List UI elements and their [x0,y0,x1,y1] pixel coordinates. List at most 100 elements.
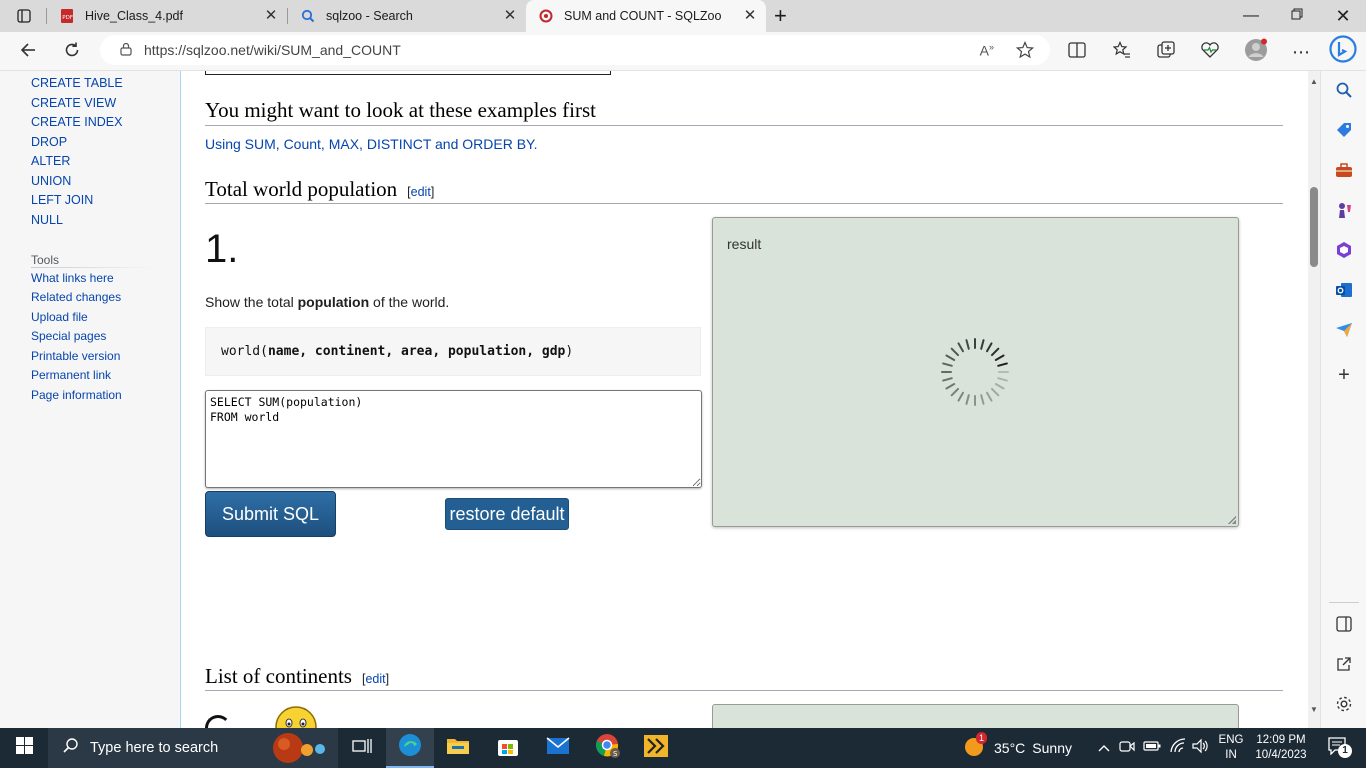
tool-link-permanent-link[interactable]: Permanent link [31,368,111,382]
taskbar-file-explorer[interactable] [434,728,482,768]
edge-sidebar: + [1320,71,1366,728]
tool-link-upload-file[interactable]: Upload file [31,310,88,324]
tab-sqlzoo-search[interactable]: sqlzoo - Search ✕ [288,0,526,32]
bing-chat-button[interactable] [1328,34,1358,66]
page-scrollbar[interactable]: ▲ ▼ [1308,71,1320,728]
new-tab-button[interactable]: + [768,0,798,32]
tab-actions-button[interactable] [6,0,42,32]
show-hidden-icons-button[interactable] [1094,728,1114,768]
heading-rule [205,690,1283,691]
spinner-tick [980,394,985,405]
sidebar-add-button[interactable]: + [1333,364,1355,386]
chevron-up-icon [1098,739,1110,757]
lang-line-1: ENG [1218,734,1244,746]
close-tab-icon[interactable]: ✕ [502,8,518,24]
edit-link[interactable]: edit [365,672,385,686]
nav-link-union[interactable]: UNION [31,174,71,188]
sql-editor[interactable] [205,390,702,488]
tool-link-related-changes[interactable]: Related changes [31,290,121,304]
nav-link-create-view[interactable]: CREATE VIEW [31,96,116,110]
result-panel: result [712,217,1239,527]
notification-center-button[interactable]: 1 [1318,728,1358,768]
taskbar-app[interactable] [632,728,680,768]
scroll-up-icon[interactable]: ▲ [1310,77,1318,86]
nav-link-create-index[interactable]: CREATE INDEX [31,115,122,129]
restore-default-button[interactable]: restore default [445,498,569,530]
heading-rule [205,125,1283,126]
sidebar-shopping-button[interactable] [1333,121,1355,143]
store-icon [497,735,519,762]
favorites-button[interactable] [1108,38,1136,66]
tab-bar: PDF Hive_Class_4.pdf ✕ sqlzoo - Search ✕… [0,0,1366,32]
panel-icon [1336,615,1352,637]
taskbar-mail[interactable] [534,728,582,768]
profile-button[interactable] [1242,38,1270,66]
examples-link[interactable]: Using SUM, Count, MAX, DISTINCT and ORDE… [205,136,537,152]
tray-battery[interactable] [1140,728,1164,768]
more-dots-icon: ⋯ [1292,41,1310,62]
tool-link-page-information[interactable]: Page information [31,388,122,402]
tray-meet-now[interactable] [1116,728,1138,768]
nav-link-create-table[interactable]: CREATE TABLE [31,76,123,90]
section-title: List of continents [205,664,352,688]
tag-icon [1335,121,1353,144]
url-bar[interactable]: https://sqlzoo.net/wiki/SUM_and_COUNT A» [100,35,1050,65]
sidebar-settings-button[interactable] [1333,695,1355,717]
wifi-icon [1169,737,1187,759]
nav-link-alter[interactable]: ALTER [31,154,70,168]
sidebar-search-button[interactable] [1333,81,1355,103]
refresh-button[interactable] [56,36,88,68]
tool-link-special-pages[interactable]: Special pages [31,329,106,343]
close-window-button[interactable]: ✕ [1320,0,1366,32]
clock[interactable]: 12:09 PM 10/4/2023 [1252,728,1310,768]
tools-divider [31,267,156,268]
sidebar-tools-button[interactable] [1333,161,1355,183]
taskbar-chrome[interactable]: S [584,728,632,768]
sidebar-open-external-button[interactable] [1333,655,1355,677]
back-button[interactable] [12,36,44,68]
tab-hive-pdf[interactable]: PDF Hive_Class_4.pdf ✕ [47,0,287,32]
start-button[interactable] [0,728,48,768]
sidebar-copilot-button[interactable] [1333,241,1355,263]
tool-link-what-links-here[interactable]: What links here [31,271,114,285]
address-toolbar: https://sqlzoo.net/wiki/SUM_and_COUNT A»… [0,32,1366,71]
browser-essentials-button[interactable] [1196,38,1224,66]
search-placeholder: Type here to search [90,740,219,756]
tab-sum-and-count[interactable]: SUM and COUNT - SQLZoo ✕ [526,0,766,32]
edit-link[interactable]: edit [411,185,431,199]
minimize-button[interactable]: — [1228,0,1274,32]
heading-rule [205,203,1283,204]
submit-sql-button[interactable]: Submit SQL [205,491,336,537]
tray-wifi[interactable] [1166,728,1190,768]
split-screen-button[interactable] [1063,38,1091,66]
nav-link-null[interactable]: NULL [31,213,63,227]
favorite-star-icon[interactable] [1015,40,1035,62]
sidebar-hide-button[interactable] [1333,615,1355,637]
sidebar-drop-button[interactable] [1333,321,1355,343]
read-aloud-icon[interactable]: A» [980,42,994,59]
close-tab-icon[interactable]: ✕ [742,8,758,24]
taskbar-search-box[interactable]: Type here to search [48,728,338,768]
collections-button[interactable] [1152,38,1180,66]
sidebar-outlook-button[interactable] [1333,281,1355,303]
scrollbar-thumb[interactable] [1310,187,1318,267]
resize-handle[interactable] [1228,516,1236,524]
taskbar-edge[interactable] [386,728,434,768]
settings-more-button[interactable]: ⋯ [1287,38,1315,66]
scroll-down-icon[interactable]: ▼ [1310,705,1318,714]
sidebar-games-button[interactable] [1333,201,1355,223]
weather-widget[interactable]: 1 35°C Sunny [962,728,1090,768]
restore-button[interactable] [1274,0,1320,32]
taskbar-store[interactable] [484,728,532,768]
language-indicator[interactable]: ENG IN [1214,728,1248,768]
nav-link-left-join[interactable]: LEFT JOIN [31,193,93,207]
tray-volume[interactable] [1190,728,1212,768]
spinner-tick [942,377,953,382]
tool-link-printable-version[interactable]: Printable version [31,349,120,363]
spinner-tick [997,377,1008,382]
nav-link-drop[interactable]: DROP [31,135,67,149]
close-tab-icon[interactable]: ✕ [263,8,279,24]
schema-columns: name, continent, area, population, gdp [267,344,566,359]
spinner-tick [950,387,960,397]
task-view-button[interactable] [338,728,386,768]
